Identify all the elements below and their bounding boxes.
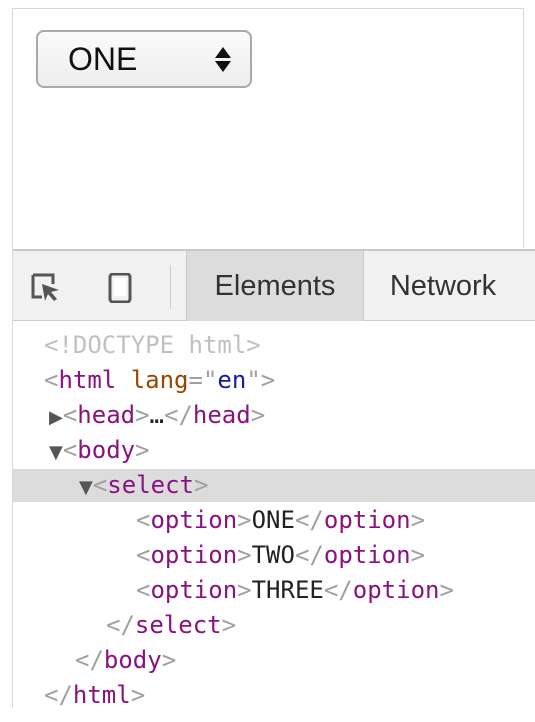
tree-line-html[interactable]: <html lang="en"> (44, 363, 275, 397)
head-tag-name: head (77, 401, 136, 429)
device-mode-icon[interactable] (105, 272, 135, 304)
collapsed-triangle-icon[interactable]: ▶ (49, 407, 63, 428)
option-text: THREE (251, 576, 324, 604)
tree-line-body[interactable]: ▼<body> (49, 433, 150, 467)
tree-line-body-close[interactable]: </body> (75, 643, 176, 677)
option-close-tag-name: option (323, 506, 411, 534)
page-viewport: ONE (13, 9, 523, 249)
html-close-tag-name: html (72, 681, 131, 709)
head-ellipsis: … (149, 401, 164, 429)
select-close-tag-name: select (134, 611, 222, 639)
expanded-triangle-icon[interactable]: ▼ (79, 477, 93, 498)
devtools-panel: Elements Network <!DOCTYPE html> <html l… (13, 249, 535, 722)
select-dropdown[interactable]: ONE (36, 30, 252, 88)
tree-line-html-close[interactable]: </html> (44, 678, 145, 712)
option-tag-name: option (150, 576, 238, 604)
option-text: ONE (251, 506, 295, 534)
option-close-tag-name: option (323, 541, 411, 569)
option-tag-name: option (150, 541, 238, 569)
tab-elements[interactable]: Elements (186, 251, 364, 321)
tree-line-option[interactable]: <option>TWO</option> (136, 538, 425, 572)
tree-line-select[interactable]: ▼<select> (79, 468, 208, 502)
select-value: ONE (68, 40, 138, 77)
html-attr-name: lang (130, 366, 189, 394)
html-tag-name: html (58, 366, 117, 394)
updown-arrows-icon (214, 46, 232, 72)
body-tag-name: body (77, 436, 136, 464)
tab-network[interactable]: Network (363, 251, 523, 321)
head-close-tag-name: head (192, 401, 251, 429)
inspect-element-icon[interactable] (31, 273, 61, 303)
frame-right-border (523, 8, 524, 248)
expanded-triangle-icon[interactable]: ▼ (49, 442, 63, 463)
option-text: TWO (251, 541, 295, 569)
toolbar-separator (170, 265, 171, 309)
option-close-tag-name: option (352, 576, 440, 604)
tree-line-head[interactable]: ▶<head>…</head> (49, 398, 265, 432)
tree-line-option[interactable]: <option>ONE</option> (136, 503, 425, 537)
doctype-text: <!DOCTYPE html> (44, 331, 261, 359)
select-tag-name: select (107, 471, 194, 499)
tree-line-doctype[interactable]: <!DOCTYPE html> (44, 328, 261, 362)
devtools-toolbar: Elements Network (13, 249, 535, 321)
html-attr-value: en (217, 366, 247, 394)
option-tag-name: option (150, 506, 238, 534)
body-close-tag-name: body (103, 646, 162, 674)
tree-line-option[interactable]: <option>THREE</option> (136, 573, 454, 607)
tree-line-select-close[interactable]: </select> (106, 608, 236, 642)
dom-tree: <!DOCTYPE html> <html lang="en"> ▶<head>… (13, 321, 535, 722)
